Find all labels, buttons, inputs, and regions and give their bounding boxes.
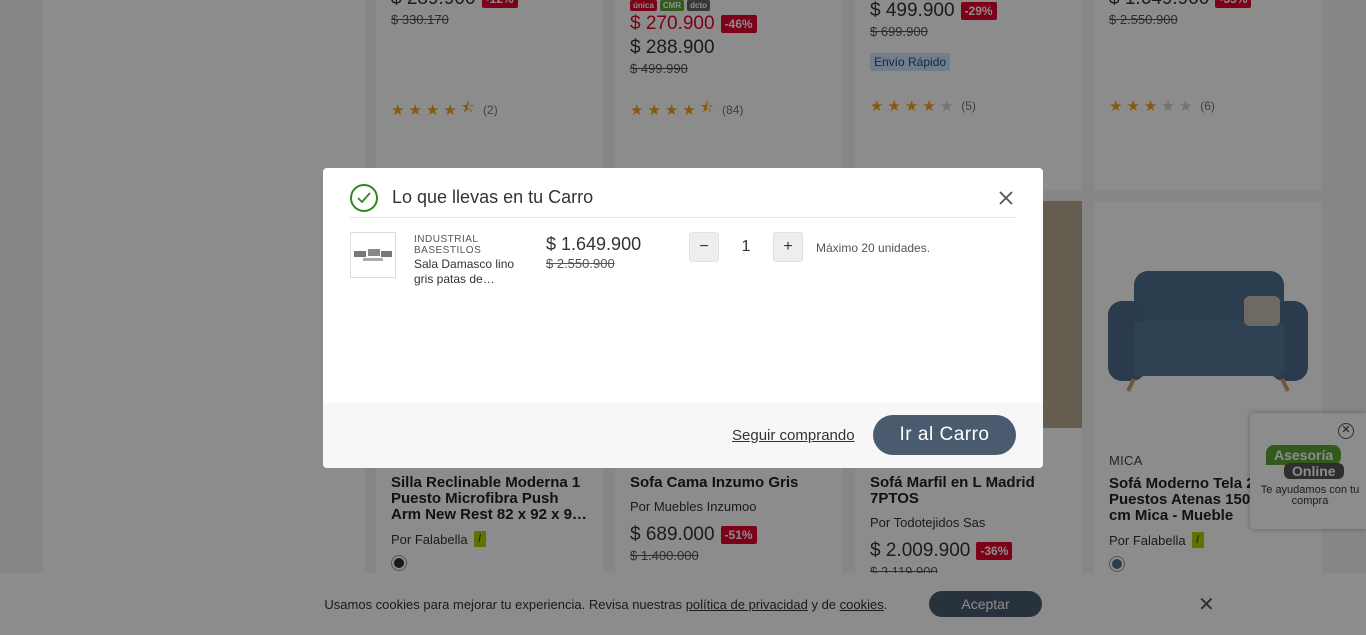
- item-old-price: $ 2.550.900: [546, 256, 615, 271]
- max-units-note: Máximo 20 unidades.: [816, 241, 931, 255]
- modal-title: Lo que llevas en tu Carro: [392, 187, 594, 207]
- close-icon[interactable]: [996, 188, 1016, 208]
- item-name: Sala Damasco lino gris patas de…: [414, 257, 515, 286]
- item-price: $ 1.649.900: [546, 234, 642, 254]
- modal-header: Lo que llevas en tu Carro: [350, 178, 1016, 218]
- keep-shopping-link[interactable]: Seguir comprando: [732, 427, 855, 444]
- modal-footer: Seguir comprando Ir al Carro: [323, 403, 1043, 468]
- item-brand: INDUSTRIAL BASESTILOS: [414, 234, 482, 256]
- check-circle-icon: [350, 183, 378, 212]
- go-to-cart-button[interactable]: Ir al Carro: [873, 415, 1016, 455]
- cart-item: INDUSTRIAL BASESTILOS Sala Damasco lino …: [350, 232, 1016, 292]
- decrease-quantity-button[interactable]: −: [689, 232, 719, 262]
- add-to-cart-modal: Lo que llevas en tu Carro INDUSTRIAL BAS…: [323, 168, 1043, 468]
- increase-quantity-button[interactable]: +: [773, 232, 803, 262]
- product-thumbnail: [350, 232, 396, 278]
- quantity-value[interactable]: 1: [726, 238, 766, 256]
